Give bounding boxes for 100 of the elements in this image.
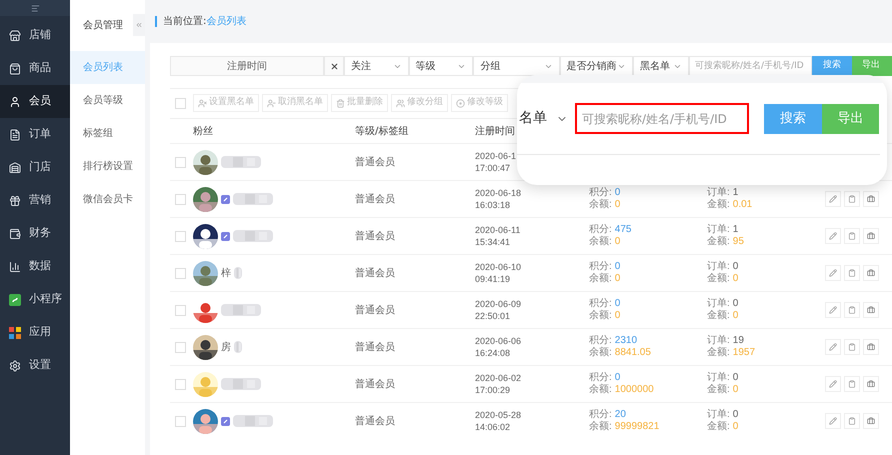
funds-button[interactable] [863, 191, 879, 207]
checkbox[interactable] [175, 230, 186, 242]
checkbox[interactable] [175, 342, 186, 352]
checkbox[interactable] [175, 416, 186, 426]
document-icon [9, 128, 21, 140]
member-tier-label: 普通会员 [355, 192, 396, 206]
wallet-icon [9, 228, 21, 240]
dropdown-label: 名单 [519, 109, 547, 128]
funds-button[interactable] [863, 228, 879, 244]
member-tier-label: 普通会员 [355, 230, 396, 244]
funds-button[interactable] [863, 302, 879, 318]
submenu-item[interactable]: 微信会员卡 [70, 183, 145, 216]
checkbox[interactable] [175, 268, 186, 278]
checkbox[interactable] [175, 156, 186, 168]
column-header: 等级/标签组 [355, 124, 410, 138]
edit-button[interactable] [825, 339, 841, 355]
orders-label: 订单: [707, 372, 730, 384]
link-badge-icon [221, 194, 230, 204]
pencil-icon [829, 380, 837, 388]
balance-value: 0 [614, 236, 620, 248]
balance-label: 余额: [589, 347, 612, 359]
dropdown[interactable]: 关注 [344, 56, 409, 76]
orders-value: 1 [732, 187, 738, 199]
amount-label: 金额: [707, 384, 730, 396]
edit-button[interactable] [825, 413, 841, 429]
collapse-button[interactable] [133, 14, 145, 36]
checkbox[interactable] [175, 304, 186, 316]
orders-label: 订单: [707, 187, 730, 198]
nav-item[interactable]: 商品 [0, 52, 70, 85]
nav-item[interactable]: 订单 [0, 118, 70, 151]
amount-value: 0 [732, 310, 738, 322]
member-name: 梓 [221, 266, 231, 280]
checkbox[interactable] [175, 378, 186, 390]
register-time: 17:00:47 [475, 162, 512, 174]
edit-button[interactable] [825, 228, 841, 244]
nav-item[interactable]: 门店 [0, 151, 70, 184]
blurred-name [234, 340, 242, 354]
delete-button[interactable] [844, 376, 860, 392]
points-value: 0 [614, 298, 620, 310]
apps-grid-icon [9, 326, 21, 338]
delete-button[interactable] [844, 265, 860, 281]
points-value: 20 [614, 409, 626, 421]
edit-button[interactable] [825, 302, 841, 318]
amount-value: 0 [732, 273, 738, 285]
collapse-menu-icon[interactable] [30, 4, 40, 12]
register-time: 17:00:29 [475, 384, 512, 396]
funds-button[interactable] [863, 265, 879, 281]
orders-label: 订单: [707, 261, 730, 272]
bag-icon [867, 417, 875, 425]
member-tier-label: 普通会员 [355, 378, 396, 392]
funds-button[interactable] [863, 376, 879, 392]
pencil-icon [829, 232, 837, 240]
nav-item[interactable]: 数据 [0, 250, 70, 283]
user-icon [9, 96, 21, 108]
balance-value: 8841.05 [614, 347, 651, 359]
submenu-item[interactable]: 排行榜设置 [70, 150, 145, 183]
register-time: 15:34:41 [475, 236, 512, 248]
search-field[interactable]: 可搜索昵称/姓名/手机号/ID [575, 103, 749, 134]
dropdown[interactable]: 等级 [408, 56, 474, 76]
register-time: 16:03:18 [475, 199, 512, 211]
delete-button[interactable] [844, 302, 860, 318]
amount-label: 金额: [707, 236, 730, 248]
user-icon [267, 98, 276, 108]
nav-item[interactable]: 设置 [0, 349, 70, 382]
points-value: 0 [614, 372, 620, 384]
delete-button[interactable] [844, 228, 860, 244]
nav-item[interactable]: 营销 [0, 184, 70, 217]
delete-button[interactable] [844, 413, 860, 429]
funds-button[interactable] [863, 339, 879, 355]
trash-icon [336, 98, 345, 108]
register-date: 2020-06-09 [475, 298, 522, 310]
checkbox[interactable] [175, 98, 186, 108]
date-field[interactable]: 注册时间 [170, 56, 324, 76]
edit-button[interactable] [825, 265, 841, 281]
submenu-item[interactable]: 会员等级 [70, 84, 145, 117]
nav-item[interactable]: 店铺 [0, 19, 70, 52]
blurred-name [233, 192, 273, 206]
checkbox[interactable] [175, 194, 186, 204]
clipboard-icon [848, 417, 856, 425]
orders-value: 0 [732, 409, 738, 421]
funds-button[interactable] [863, 413, 879, 429]
gift-icon [9, 194, 21, 206]
nav-item[interactable]: 小程序 [0, 283, 70, 316]
edit-button[interactable] [825, 376, 841, 392]
nav-item[interactable]: 会员 [0, 85, 70, 118]
member-tier-label: 普通会员 [355, 304, 396, 318]
submenu-item[interactable]: 标签组 [70, 117, 145, 150]
orders-value: 0 [732, 372, 738, 384]
amount-label: 金额: [707, 273, 730, 285]
delete-button[interactable] [844, 339, 860, 355]
orders-label: 订单: [707, 335, 730, 346]
nav-item[interactable]: 财务 [0, 217, 70, 250]
clear-button[interactable] [324, 56, 344, 76]
bar-chart-icon [9, 260, 21, 272]
edit-button[interactable] [825, 191, 841, 207]
register-date: 2020-06-11 [475, 224, 522, 236]
register-date: 2020-06-1 [475, 150, 518, 162]
orders-value: 0 [732, 261, 738, 273]
nav-item[interactable]: 应用 [0, 316, 70, 349]
delete-button[interactable] [844, 191, 860, 207]
